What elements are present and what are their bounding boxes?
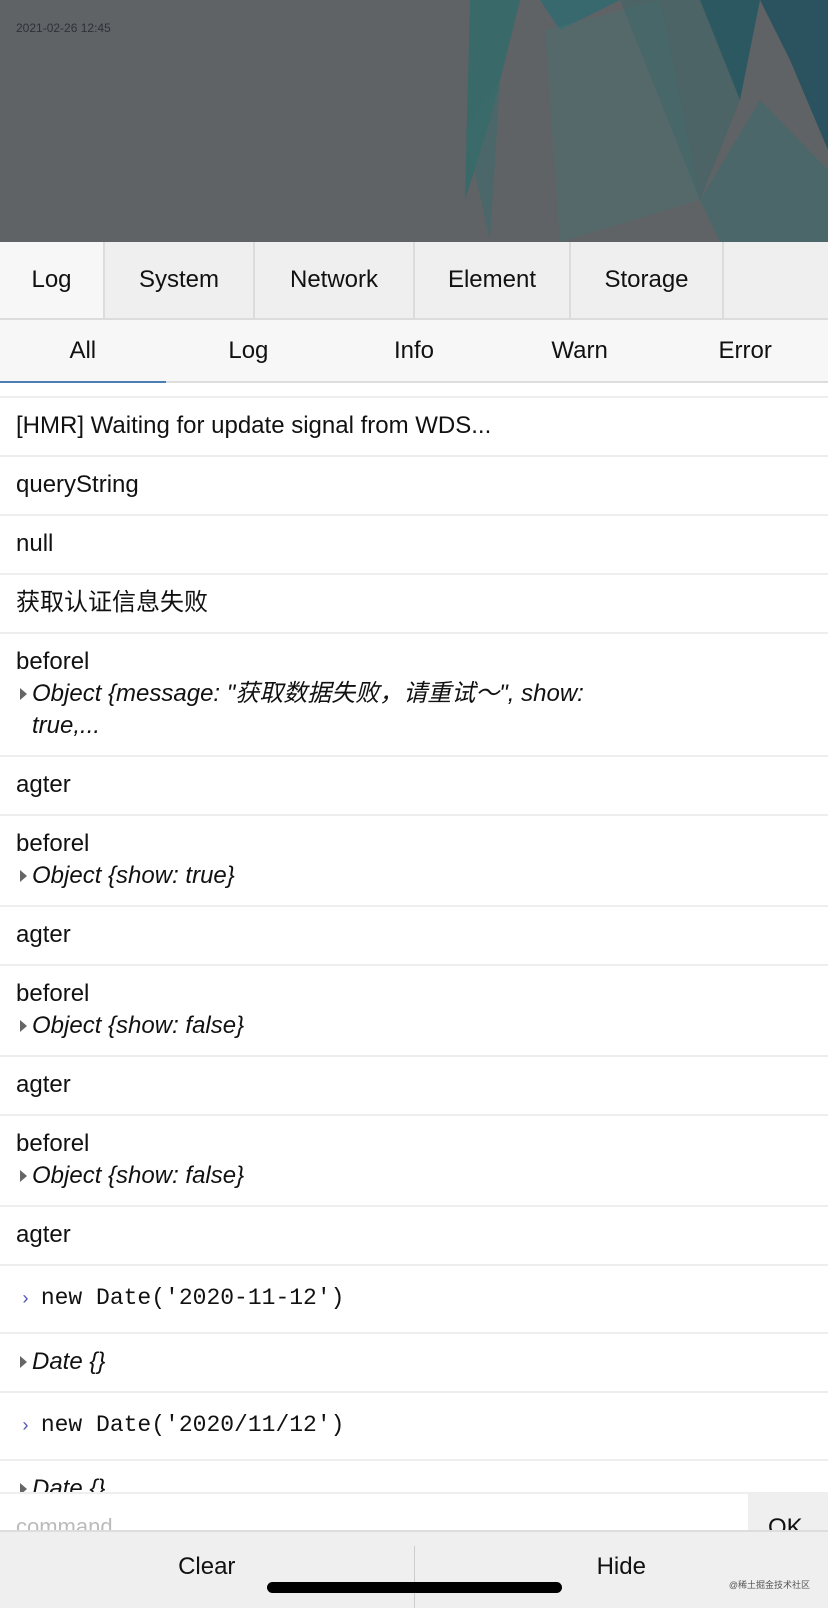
log-entry: agter — [0, 1207, 828, 1266]
log-entry: beforel Object {show: true} — [0, 816, 828, 907]
log-entry: beforel Object {message: "获取数据失败，请重试～", … — [0, 634, 828, 757]
timestamp: 2021-02-26 12:45 — [16, 21, 111, 35]
command-text: new Date('2020-11-12') — [40, 1285, 345, 1311]
filter-error[interactable]: Error — [662, 320, 828, 381]
page-background: 2021-02-26 12:45 — [0, 0, 828, 242]
expand-triangle-icon — [20, 688, 27, 700]
result-preview: Date {} — [32, 1348, 106, 1375]
result-entry[interactable]: Date {} — [0, 1334, 828, 1393]
watermark: @稀土掘金技术社区 — [728, 1580, 810, 1590]
log-entry: beforel Object {show: false} — [0, 1116, 828, 1207]
log-entry: [HMR] Waiting for update signal from WDS… — [0, 398, 828, 457]
object-toggle[interactable]: Object {show: true} — [16, 860, 812, 892]
hide-button[interactable]: Hide — [415, 1532, 828, 1608]
expand-triangle-icon — [20, 870, 27, 882]
tab-network[interactable]: Network — [255, 242, 415, 318]
filter-info[interactable]: Info — [331, 320, 497, 381]
log-entry: null — [0, 516, 828, 575]
object-preview: Object {show: true} — [32, 862, 235, 889]
main-tabs: Log System Network Element Storage — [0, 242, 828, 320]
tab-log[interactable]: Log — [0, 242, 105, 318]
clear-button[interactable]: Clear — [0, 1532, 414, 1608]
command-bar: command OK — [0, 1492, 828, 1530]
prompt-chevron-icon: › — [20, 1290, 31, 1310]
log-filter-tabs: All Log Info Warn Error — [0, 320, 828, 383]
log-text: beforel — [16, 980, 90, 1007]
tab-element[interactable]: Element — [415, 242, 571, 318]
expand-triangle-icon — [20, 1170, 27, 1182]
home-indicator — [267, 1582, 562, 1593]
bottom-toolbar: Clear Hide — [0, 1530, 828, 1608]
object-preview: Object {show: false} — [32, 1162, 245, 1189]
log-entry: agter — [0, 907, 828, 966]
prompt-chevron-icon: › — [20, 1417, 31, 1437]
command-text: new Date('2020/11/12') — [40, 1412, 345, 1438]
tab-storage[interactable]: Storage — [571, 242, 724, 318]
command-entry: › new Date('2020/11/12') — [0, 1393, 828, 1461]
object-toggle[interactable]: Object {message: "获取数据失败，请重试～", show: tr… — [16, 678, 812, 742]
expand-triangle-icon — [20, 1356, 27, 1368]
log-entry: agter — [0, 757, 828, 816]
tab-system[interactable]: System — [105, 242, 255, 318]
log-entry: 获取认证信息失败 — [0, 575, 828, 634]
log-text: beforel — [16, 648, 90, 675]
expand-triangle-icon — [20, 1020, 27, 1032]
object-toggle[interactable]: Object {show: false} — [16, 1160, 812, 1192]
object-preview: Object {show: false} — [32, 1012, 245, 1039]
filter-log[interactable]: Log — [166, 320, 332, 381]
log-entry: agter — [0, 1057, 828, 1116]
filter-warn[interactable]: Warn — [497, 320, 663, 381]
ok-button[interactable]: OK — [748, 1494, 828, 1530]
log-entry: queryString — [0, 457, 828, 516]
log-entry: beforel Object {show: false} — [0, 966, 828, 1057]
command-entry: › new Date('2020-11-12') — [0, 1266, 828, 1334]
background-pattern — [465, 0, 828, 242]
log-text: beforel — [16, 1130, 90, 1157]
command-input[interactable]: command — [0, 1494, 748, 1530]
object-preview: Object {message: "获取数据失败，请重试～", show: tr… — [32, 680, 584, 739]
log-list: [HMR] Waiting for update signal from WDS… — [0, 396, 828, 1520]
object-toggle[interactable]: Object {show: false} — [16, 1010, 812, 1042]
filter-all[interactable]: All — [0, 320, 166, 383]
log-text: beforel — [16, 830, 90, 857]
